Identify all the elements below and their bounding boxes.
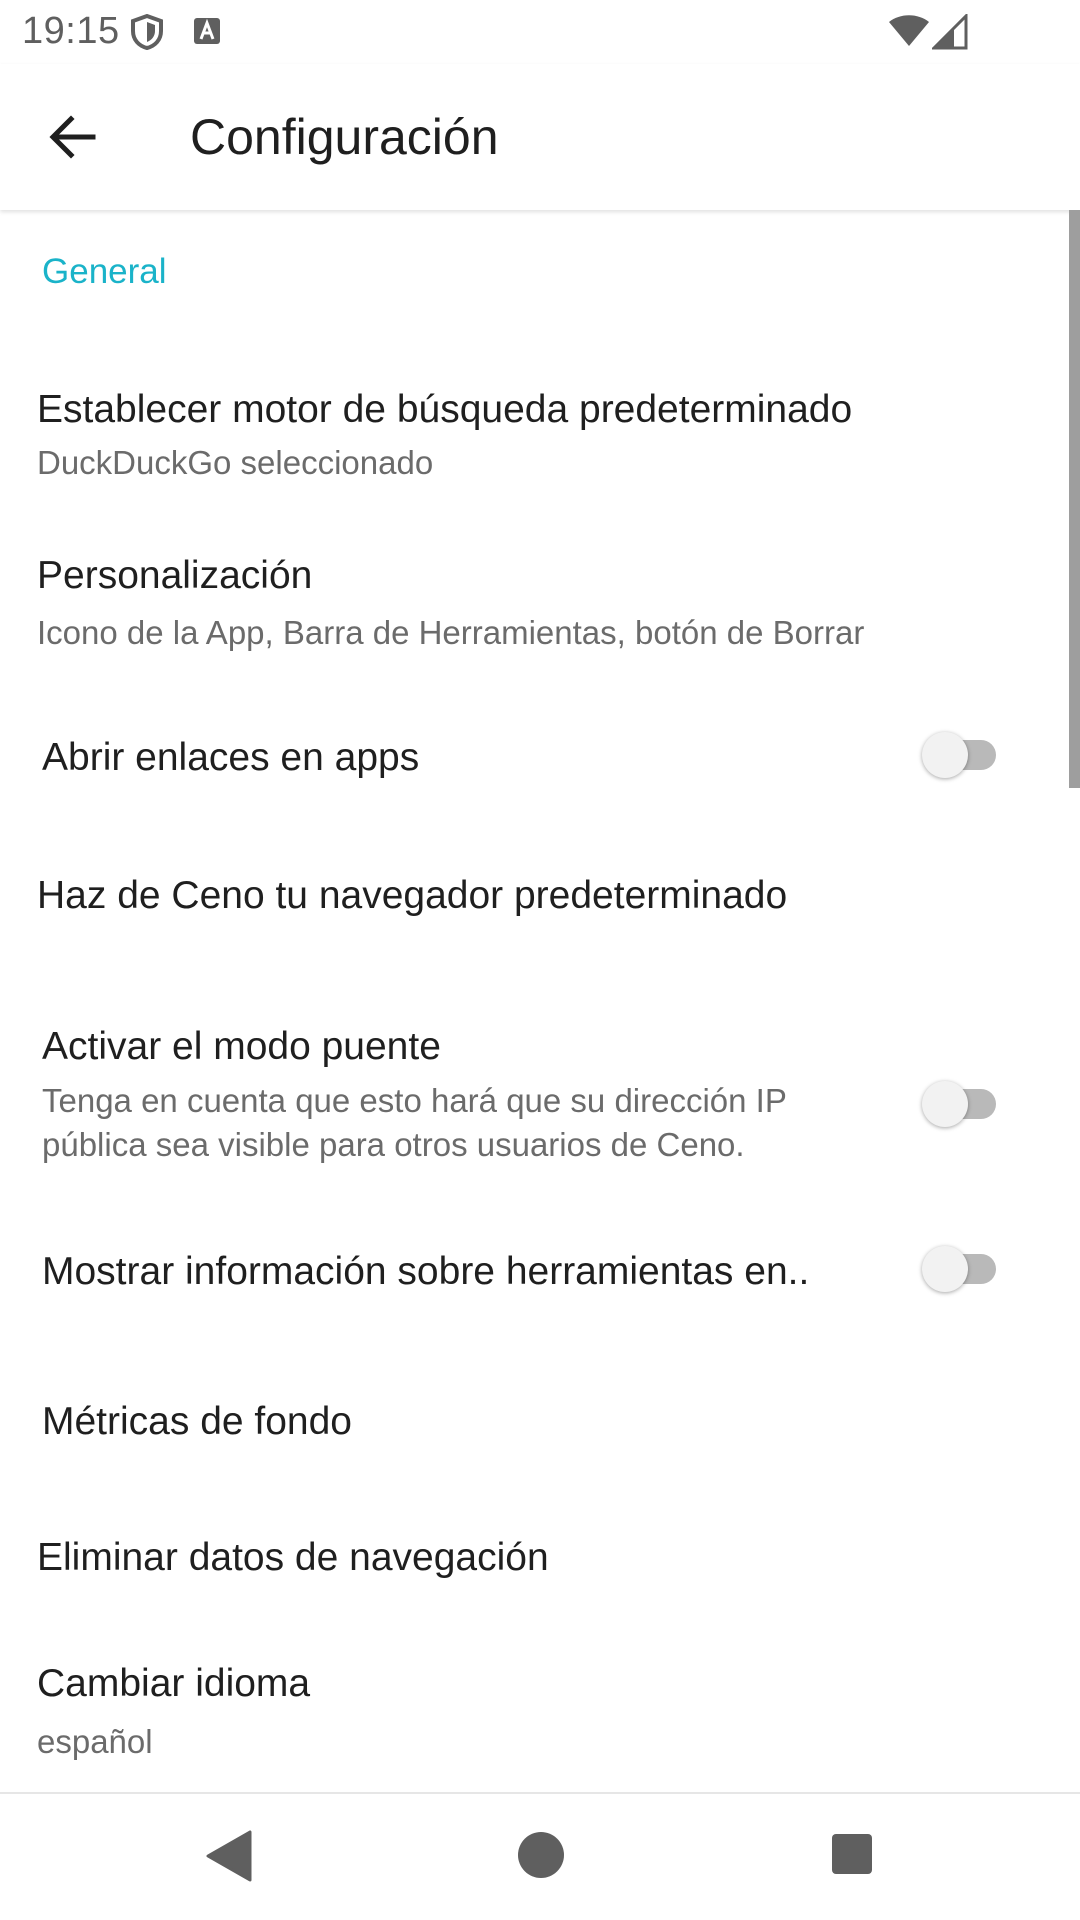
wifi-icon	[889, 15, 929, 46]
pref-background-metrics[interactable]: Métricas de fondo	[0, 1370, 1069, 1490]
open-links-switch[interactable]	[922, 726, 1008, 782]
pref-bridge-mode[interactable]: Activar el modo puente Tenga en cuenta q…	[0, 990, 1069, 1190]
signal-icon	[932, 14, 968, 50]
status-time: 19:15	[22, 10, 120, 52]
pref-summary: Icono de la App, Barra de Herramientas, …	[37, 614, 865, 651]
system-nav-bar	[0, 1792, 1080, 1920]
switch-thumb	[922, 1246, 968, 1292]
switch-thumb	[922, 732, 968, 778]
pref-show-tooltips[interactable]: Mostrar información sobre herramientas e…	[0, 1220, 1069, 1350]
nav-back-icon[interactable]	[204, 1830, 252, 1882]
pref-summary-line-1: Tenga en cuenta que esto hará que su dir…	[42, 1082, 787, 1119]
a-notification-icon	[194, 18, 220, 44]
shield-icon	[131, 14, 163, 50]
pref-open-links-in-apps[interactable]: Abrir enlaces en apps	[0, 690, 1069, 820]
pref-personalization[interactable]: Personalización Icono de la App, Barra d…	[0, 500, 1069, 670]
scrollbar[interactable]	[1069, 210, 1080, 788]
nav-recents-icon[interactable]	[832, 1834, 872, 1874]
back-button[interactable]	[40, 104, 106, 170]
section-header-general: General	[42, 252, 167, 291]
pref-title: Activar el modo puente	[42, 1025, 441, 1068]
tooltips-switch[interactable]	[922, 1240, 1008, 1296]
status-bar: 19:15	[0, 0, 1080, 64]
pref-default-browser[interactable]: Haz de Ceno tu navegador predeterminado	[0, 830, 1069, 960]
pref-title: Personalización	[37, 554, 313, 597]
nav-home-icon[interactable]	[518, 1832, 564, 1878]
pref-summary-line-2: pública sea visible para otros usuarios …	[42, 1126, 745, 1163]
bridge-mode-switch[interactable]	[922, 1075, 1008, 1131]
pref-title: Abrir enlaces en apps	[42, 736, 420, 779]
pref-title: Métricas de fondo	[42, 1400, 353, 1443]
pref-search-engine[interactable]: Establecer motor de búsqueda predetermin…	[0, 330, 1069, 490]
switch-thumb	[922, 1081, 968, 1127]
pref-change-language[interactable]: Cambiar idioma español	[0, 1630, 1069, 1792]
pref-title: Haz de Ceno tu navegador predeterminado	[37, 874, 788, 917]
app-bar: Configuración	[0, 64, 1080, 210]
page-title: Configuración	[190, 109, 499, 165]
pref-title: Eliminar datos de navegación	[37, 1536, 549, 1579]
pref-title: Establecer motor de búsqueda predetermin…	[37, 388, 853, 431]
arrow-back-icon	[49, 115, 96, 159]
settings-screen: 19:15 Configuración General Establecer m…	[0, 0, 1080, 1920]
pref-title: Cambiar idioma	[37, 1662, 311, 1705]
pref-summary: español	[37, 1723, 153, 1760]
pref-title: Mostrar información sobre herramientas e…	[42, 1250, 810, 1293]
pref-delete-browsing-data[interactable]: Eliminar datos de navegación	[0, 1505, 1069, 1625]
pref-summary: DuckDuckGo seleccionado	[37, 444, 434, 481]
settings-list: General Establecer motor de búsqueda pre…	[0, 210, 1080, 1792]
